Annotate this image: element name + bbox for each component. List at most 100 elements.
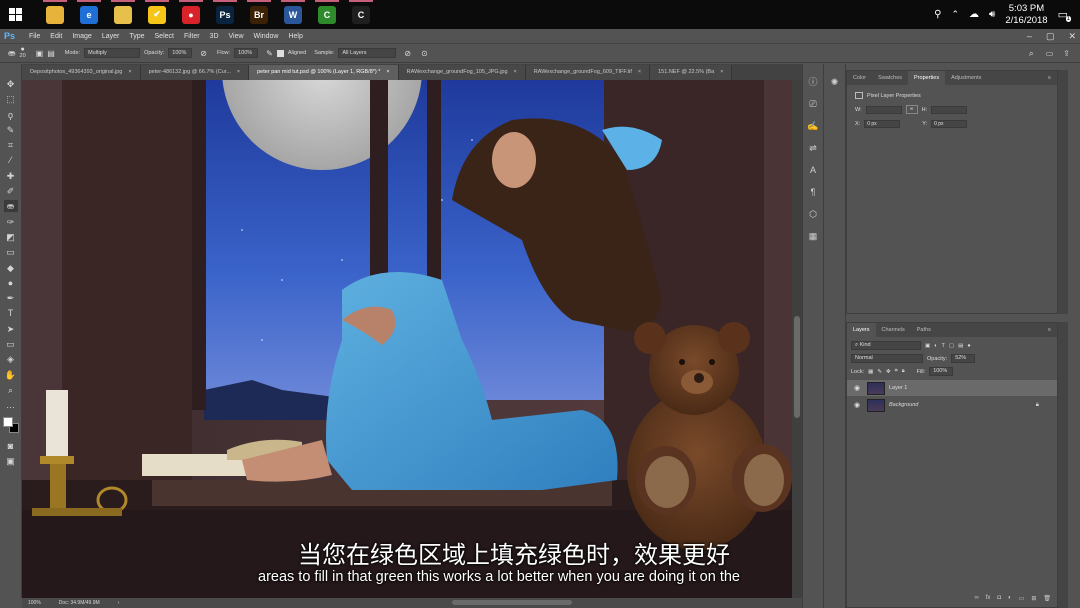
history-brush-tool-icon[interactable]: ✑ <box>4 216 18 228</box>
close-tab-icon[interactable]: × <box>386 65 389 80</box>
marquee-tool-icon[interactable]: ⬚ <box>4 93 18 105</box>
healing-brush-tool-icon[interactable]: ✚ <box>4 170 18 182</box>
libraries-icon[interactable]: ▦ <box>807 230 819 242</box>
panel-menu-icon[interactable]: ≡ <box>1048 327 1057 333</box>
height-field[interactable] <box>931 105 968 114</box>
filter-shape-icon[interactable]: ▢ <box>949 343 954 349</box>
taskbar-app-file-explorer[interactable] <box>106 0 140 29</box>
lock-position-icon[interactable]: ✥ <box>886 369 891 375</box>
new-group-icon[interactable]: ▭ <box>1019 595 1025 605</box>
share-icon[interactable]: ⇪ <box>1063 49 1070 58</box>
close-tab-icon[interactable]: × <box>514 65 517 80</box>
document-tab[interactable]: RAWexchange_groundFog_609_TIFF.tif × <box>525 65 651 80</box>
visibility-eye-icon[interactable]: ◉ <box>851 384 863 392</box>
person-icon[interactable]: ⚲ <box>934 9 941 20</box>
filter-toggle-icon[interactable]: ● <box>967 343 970 349</box>
workspace-icon[interactable]: ▭ <box>1046 49 1054 58</box>
clock[interactable]: 5:03 PM 2/16/2018 <box>1005 3 1047 27</box>
menu-edit[interactable]: Edit <box>45 33 67 40</box>
menu-layer[interactable]: Layer <box>97 33 125 40</box>
new-layer-icon[interactable]: ⊞ <box>1031 595 1036 605</box>
tab-paths[interactable]: Paths <box>911 323 937 337</box>
ignore-adjustment-icon[interactable]: ⊘ <box>404 49 411 58</box>
taskbar-app-norton[interactable]: ✔ <box>140 0 174 29</box>
width-field[interactable] <box>865 105 902 114</box>
quick-select-tool-icon[interactable]: ✎ <box>4 124 18 136</box>
layer-name[interactable]: Layer 1 <box>889 385 907 391</box>
filter-pixel-icon[interactable]: ▣ <box>925 343 930 349</box>
taskbar-app-word[interactable]: W <box>276 0 310 29</box>
taskbar-app-camtasia-green[interactable]: C <box>310 0 344 29</box>
blur-tool-icon[interactable]: ◆ <box>4 262 18 274</box>
document-canvas[interactable]: 当您在绿色区域上填充绿色时，效果更好 areas to fill in that… <box>22 80 792 598</box>
info-icon[interactable]: ⓘ <box>807 76 819 88</box>
tab-adjustments[interactable]: Adjustments <box>945 71 987 85</box>
x-field[interactable]: 0 px <box>864 120 901 128</box>
tab-properties[interactable]: Properties <box>908 71 946 85</box>
menu-select[interactable]: Select <box>150 33 179 40</box>
chevron-up-icon[interactable]: ⌃ <box>951 9 959 20</box>
vertical-scroll-thumb[interactable] <box>794 316 800 418</box>
crop-tool-icon[interactable]: ⌗ <box>4 139 18 151</box>
taskbar-app-screencast[interactable]: ● <box>174 0 208 29</box>
horizontal-scroll-thumb[interactable] <box>452 600 572 605</box>
layer-row[interactable]: ◉ Background 🔒︎ <box>847 397 1057 413</box>
volume-icon[interactable]: 🔊︎ <box>989 9 995 20</box>
tab-swatches[interactable]: Swatches <box>872 71 908 85</box>
taskbar-app-edge[interactable]: e <box>72 0 106 29</box>
menu-3d[interactable]: 3D <box>205 33 224 40</box>
clone-stamp-tool-icon[interactable]: ⛂ <box>8 48 16 59</box>
trash-icon[interactable]: 🗑︎ <box>1043 595 1051 605</box>
taskbar-app-bridge[interactable]: Br <box>242 0 276 29</box>
brush-preset-picker[interactable]: ● 20 <box>20 46 26 59</box>
filter-adjustment-icon[interactable]: ◐ <box>934 343 937 349</box>
minimize-icon[interactable]: – <box>1027 31 1032 41</box>
eraser-tool-icon[interactable]: ◩ <box>4 231 18 243</box>
taskbar-app-photoshop[interactable]: Ps <box>208 0 242 29</box>
lock-image-icon[interactable]: ✎ <box>877 369 882 375</box>
path-selection-tool-icon[interactable]: ➤ <box>4 323 18 335</box>
type-tool-icon[interactable]: T <box>4 307 18 319</box>
adjustment-layer-icon[interactable]: ◐ <box>1008 595 1012 605</box>
y-field[interactable]: 0 px <box>931 120 968 128</box>
screen-mode-icon[interactable]: ▣ <box>4 455 18 467</box>
menu-view[interactable]: View <box>224 33 249 40</box>
add-mask-icon[interactable]: ◘ <box>997 595 1001 605</box>
3d-tool-icon[interactable]: ◈ <box>4 353 18 365</box>
character-icon[interactable]: A <box>807 164 819 176</box>
fill-field[interactable]: 100% <box>929 367 954 376</box>
tab-layers[interactable]: Layers <box>847 323 876 337</box>
menu-type[interactable]: Type <box>124 33 149 40</box>
fx-icon[interactable]: fx <box>986 595 991 605</box>
lock-all-icon[interactable]: 🔒︎ <box>902 368 905 375</box>
menu-window[interactable]: Window <box>249 33 284 40</box>
layer-lock-icon[interactable]: 🔒︎ <box>1036 402 1039 409</box>
quick-mask-icon[interactable]: ◙ <box>4 440 18 452</box>
pressure-opacity-icon[interactable]: ⊘ <box>200 49 207 58</box>
status-menu-icon[interactable]: › <box>118 600 120 606</box>
brush-icon[interactable]: ✍ <box>807 120 819 132</box>
search-icon[interactable]: ⌕ <box>1029 48 1034 59</box>
link-icon[interactable]: ∞ <box>905 105 918 114</box>
layer-row[interactable]: ◉ Layer 1 <box>847 380 1057 396</box>
clone-source-icon[interactable]: ▤ <box>47 49 55 58</box>
filter-smart-icon[interactable]: ▤ <box>958 343 963 349</box>
visibility-eye-icon[interactable]: ◉ <box>851 401 863 409</box>
document-tab[interactable]: 151.NEF @ 22.5% (Ba × <box>650 65 733 80</box>
history-icon[interactable]: ⎚ <box>807 98 819 110</box>
sample-select[interactable]: All Layers <box>338 48 397 58</box>
hand-tool-icon[interactable]: ✋ <box>4 369 18 381</box>
taskbar-app-chrome[interactable] <box>38 0 72 29</box>
clone-stamp-tool-icon[interactable]: ⛂ <box>3 200 18 213</box>
navigator-icon[interactable]: ✺ <box>829 76 841 88</box>
foreground-color-swatch[interactable] <box>2 416 13 427</box>
brush-tool-icon[interactable]: ✐ <box>4 185 18 197</box>
close-tab-icon[interactable]: × <box>237 65 240 80</box>
lock-transparent-icon[interactable]: ▦ <box>868 369 873 375</box>
gradient-tool-icon[interactable]: ▭ <box>4 246 18 258</box>
move-tool-icon[interactable]: ✥ <box>4 78 18 90</box>
panel-menu-icon[interactable]: ≡ <box>1048 75 1057 81</box>
document-tab[interactable]: RAWexchange_groundFog_105_JPG.jpg × <box>398 65 526 80</box>
start-button[interactable] <box>0 0 30 29</box>
lock-artboard-icon[interactable]: ⌗ <box>895 368 898 375</box>
